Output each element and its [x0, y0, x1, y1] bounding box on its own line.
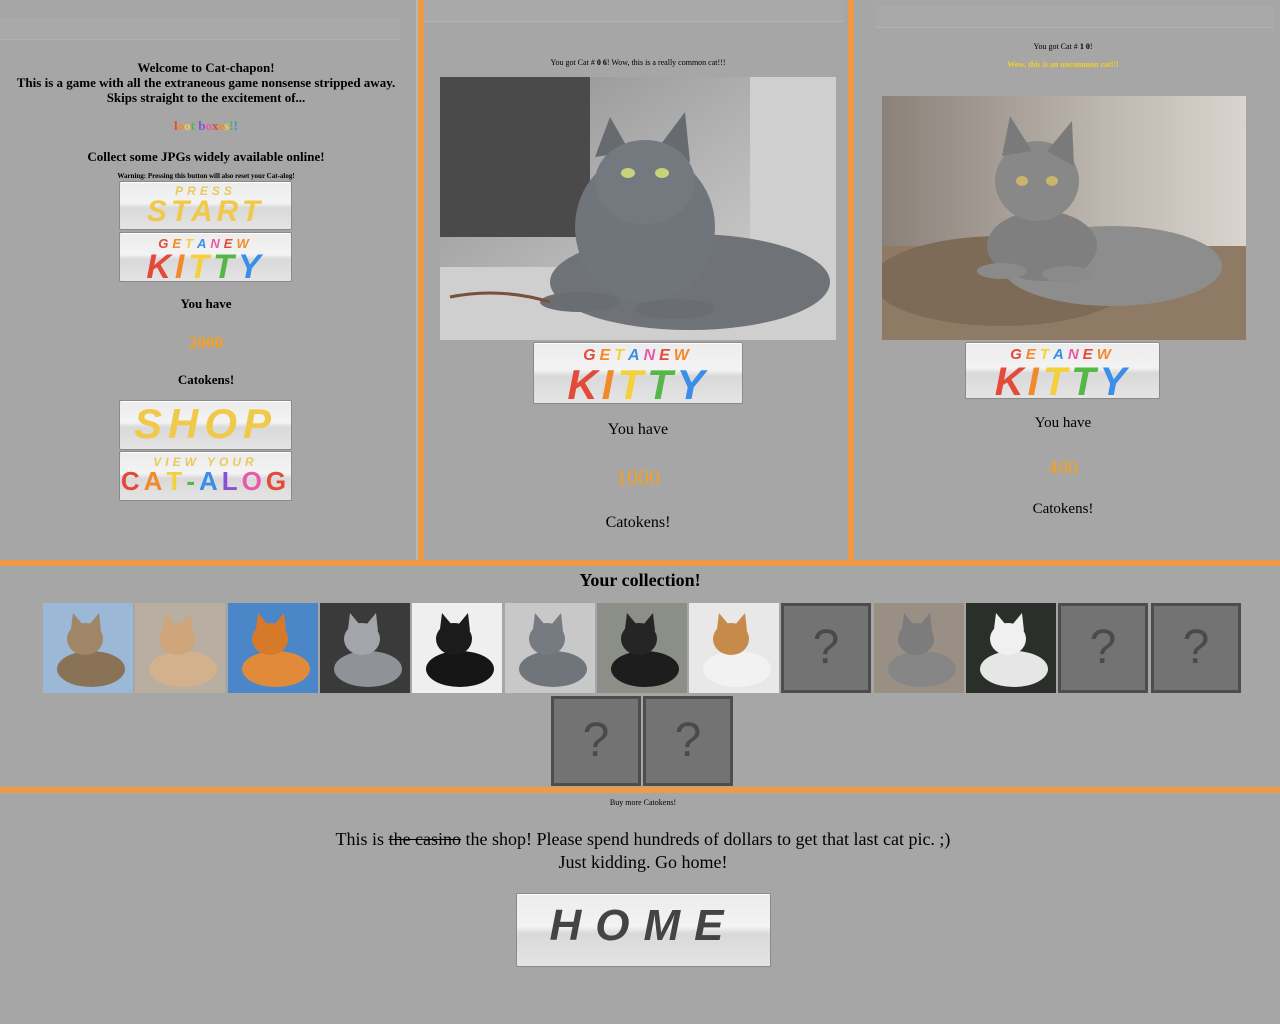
kitty-letter: K — [146, 248, 175, 282]
draw-result-panel-uncommon: You got Cat # 1 0! Wow, this is an uncom… — [854, 0, 1280, 560]
result-suffix: ! — [1089, 42, 1093, 51]
shop-button[interactable]: SHOP — [119, 400, 292, 450]
kitty-label: KITTY — [966, 360, 1159, 399]
collection-title: Your collection! — [579, 570, 701, 590]
collection-cat-thumbnail[interactable] — [320, 603, 410, 693]
catalog-letter: A — [143, 466, 167, 496]
welcome-heading: Welcome to Cat-chapon! — [137, 60, 275, 75]
drawn-cat-image — [882, 96, 1246, 340]
catalog-letter: G — [265, 466, 291, 496]
catoken-amount: 2000 — [189, 333, 223, 352]
kitty-letter: Y — [237, 248, 265, 282]
catokens-label: Catokens! — [605, 514, 671, 531]
catokens-label: Catokens! — [177, 372, 235, 387]
shop-text-suffix: the shop! Please spend hundreds of dolla… — [461, 829, 951, 849]
panel-top-bar — [0, 18, 400, 40]
home-label: HOME — [549, 901, 738, 950]
start-label: START — [146, 195, 265, 228]
collection-cat-thumbnail[interactable] — [505, 603, 595, 693]
you-have-label: You have — [1034, 415, 1092, 431]
panel-top-bar — [876, 6, 1274, 28]
panel1-right-edge — [416, 0, 418, 560]
draw-result-text: You got Cat # 1 0! — [854, 42, 1272, 51]
kitty-letter: T — [1042, 360, 1072, 399]
kitty-letter: Y — [1099, 360, 1131, 399]
panel-top-bar — [424, 0, 844, 22]
home-button[interactable]: HOME — [516, 893, 771, 967]
draw-result-text: You got Cat # 0 6! Wow, this is a really… — [424, 58, 852, 67]
locked-cat-slot: ? — [643, 696, 733, 786]
shop-text-line1: This is the casino the shop! Please spen… — [0, 828, 1280, 851]
intro-line-2: Skips straight to the excitement of... — [106, 90, 306, 105]
catalog-letter: C — [120, 466, 144, 496]
cat-number: 0 6 — [596, 58, 607, 67]
shop-header: Buy more Catokens! — [609, 798, 677, 807]
loot-boxes-text: loot boxes!! — [0, 118, 412, 134]
collect-text: Collect some JPGs widely available onlin… — [87, 149, 325, 164]
result-prefix: You got Cat # — [1033, 42, 1080, 51]
catoken-amount: 400 — [1048, 457, 1078, 479]
kitty-letter: T — [188, 248, 214, 282]
get-new-kitty-button[interactable]: GET A NEW KITTY — [965, 342, 1160, 399]
shop-text-line2: Just kidding. Go home! — [558, 852, 728, 872]
catalog-letter: L — [221, 466, 242, 496]
catalog-label: CAT-ALOG — [120, 468, 291, 494]
catalog-letter: O — [241, 466, 266, 496]
kitty-letter: T — [1071, 360, 1100, 399]
collection-cat-thumbnail[interactable] — [874, 603, 964, 693]
get-new-kitty-button[interactable]: GET A NEW KITTY — [119, 232, 292, 282]
result-suffix: ! Wow, this is a really common cat!!! — [606, 58, 726, 67]
collection-cat-thumbnail[interactable] — [689, 603, 779, 693]
loot-boxes-letter: ! — [233, 118, 238, 133]
shop-label: SHOP — [133, 400, 278, 447]
get-new-kitty-button[interactable]: GET A NEW KITTY — [533, 342, 743, 404]
collection-cat-thumbnail[interactable] — [228, 603, 318, 693]
collection-cat-thumbnail[interactable] — [412, 603, 502, 693]
catoken-amount: 1000 — [616, 465, 660, 490]
locked-cat-slot: ? — [551, 696, 641, 786]
kitty-letter: I — [1027, 360, 1043, 399]
kitty-letter: T — [647, 361, 677, 404]
drawn-cat-image — [440, 77, 836, 340]
rarity-text: Wow, this is an uncommon cat!!! — [1007, 60, 1119, 69]
collection-panel: Your collection! ????? — [0, 566, 1280, 787]
cat-number: 1 0 — [1079, 42, 1090, 51]
catalog-letter: A — [198, 466, 222, 496]
kitty-label: KITTY — [120, 248, 291, 282]
shop-text: This is the casino the shop! Please spen… — [0, 828, 1280, 874]
press-start-button[interactable]: PRESS START — [119, 181, 292, 230]
kitty-letter: I — [174, 248, 189, 282]
collection-cat-thumbnail[interactable] — [597, 603, 687, 693]
kitty-label: KITTY — [534, 364, 742, 404]
collection-cat-thumbnail[interactable] — [135, 603, 225, 693]
kitty-letter: K — [994, 360, 1028, 399]
shop-panel: Buy more Catokens! This is the casino th… — [0, 793, 1280, 1024]
draw-result-panel-common: You got Cat # 0 6! Wow, this is a really… — [424, 0, 848, 560]
locked-cat-slot: ? — [781, 603, 871, 693]
kitty-letter: I — [601, 361, 618, 404]
shop-text-strike: the casino — [388, 829, 462, 849]
view-catalog-button[interactable]: VIEW YOUR CAT-ALOG — [119, 451, 292, 501]
result-prefix: You got Cat # — [550, 58, 597, 67]
kitty-letter: T — [213, 248, 238, 282]
you-have-label: You have — [180, 296, 232, 311]
intro-line: This is a game with all the extraneous g… — [16, 75, 396, 90]
catalog-letter: - — [186, 466, 199, 496]
locked-cat-slot: ? — [1058, 603, 1148, 693]
catalog-letter: T — [166, 466, 187, 496]
collection-cat-thumbnail[interactable] — [966, 603, 1056, 693]
catokens-label: Catokens! — [1032, 501, 1094, 517]
kitty-letter: T — [617, 361, 647, 404]
locked-cat-slot: ? — [1151, 603, 1241, 693]
collection-cat-thumbnail[interactable] — [43, 603, 133, 693]
shop-text-prefix: This is — [335, 829, 389, 849]
reset-warning: Warning: Pressing this button will also … — [117, 172, 295, 180]
title-panel: Welcome to Cat-chapon! This is a game wi… — [0, 0, 416, 560]
kitty-letter: Y — [676, 361, 709, 404]
welcome-text: Welcome to Cat-chapon! This is a game wi… — [0, 60, 412, 105]
you-have-label: You have — [607, 421, 669, 438]
kitty-letter: K — [567, 361, 602, 404]
